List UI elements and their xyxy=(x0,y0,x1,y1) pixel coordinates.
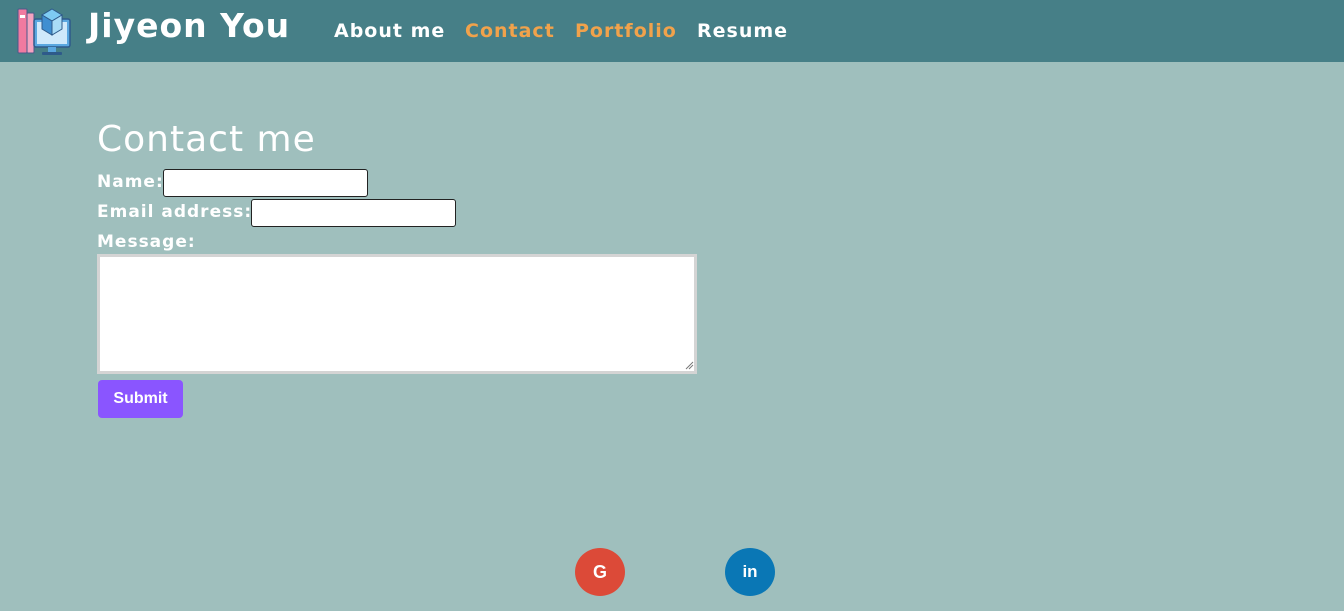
email-label: Email address: xyxy=(97,202,253,222)
page-title: Contact me xyxy=(97,119,316,160)
name-label: Name: xyxy=(97,172,164,192)
submit-button[interactable]: Submit xyxy=(98,380,183,418)
email-input[interactable] xyxy=(251,199,456,227)
message-textarea[interactable] xyxy=(97,254,697,374)
nav-link-resume[interactable]: Resume xyxy=(697,20,788,42)
nav-link-about[interactable]: About me xyxy=(334,20,445,42)
books-monitor-icon[interactable] xyxy=(16,5,72,57)
top-navigation-bar: Jiyeon You About me Contact Portfolio Re… xyxy=(0,0,1344,62)
nav-link-contact[interactable]: Contact xyxy=(465,20,555,42)
name-input[interactable] xyxy=(163,169,368,197)
google-icon[interactable]: G xyxy=(575,548,625,596)
linkedin-icon[interactable]: in xyxy=(725,548,775,596)
resize-grip-icon[interactable] xyxy=(684,360,694,370)
message-label: Message: xyxy=(97,232,196,252)
nav-link-portfolio[interactable]: Portfolio xyxy=(575,20,677,42)
brand-title: Jiyeon You xyxy=(88,6,291,45)
